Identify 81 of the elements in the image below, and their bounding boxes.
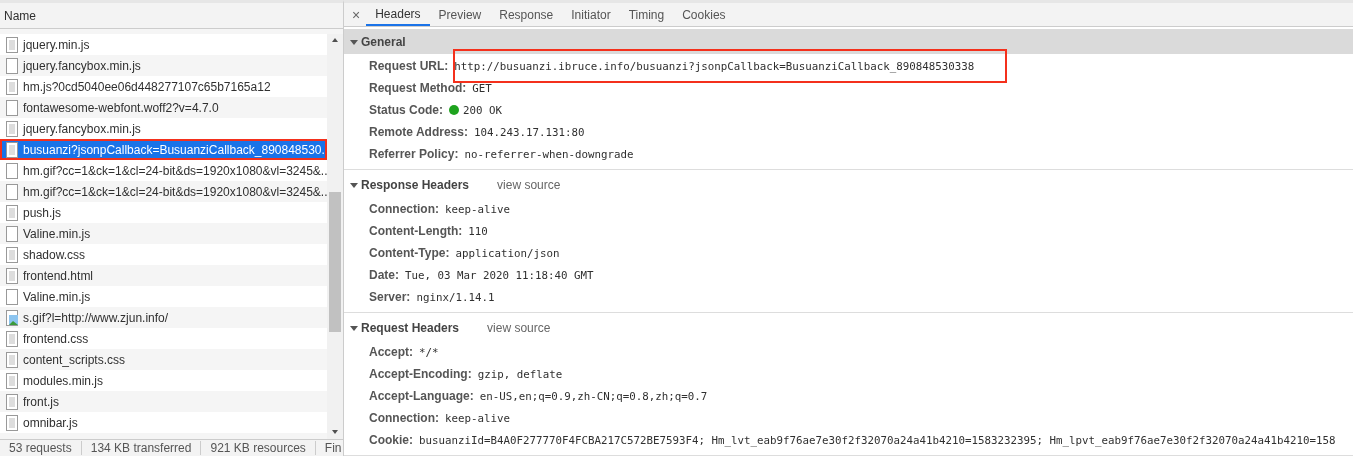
document-icon [6,267,18,284]
triangle-icon[interactable] [350,323,358,332]
panel-tab[interactable]: Cookies [673,3,735,26]
header-name: Status Code: [369,103,443,117]
panel-tab[interactable]: Timing [619,3,674,26]
header-value: busuanziId=B4A0F277770F4FCBA217C572BE7593F4; Hm_lvt_eab9f76ae7e30f2f32070a24a41b4210=1583232395; Hm_lpvt_eab9f76ae7e30f2f32070a24a41b4210=158 [419,433,1336,447]
request-row[interactable]: jquery.min.js [0,34,327,55]
header-value: keep-alive [445,411,510,425]
header-name: Referrer Policy: [369,147,459,161]
document-icon [6,246,18,263]
blank-file-icon [6,288,18,305]
request-row[interactable]: busuanzi?jsonpCallback=BusuanziCallback_890848530. [0,139,327,160]
close-button[interactable]: × [344,3,367,26]
document-icon [6,120,18,137]
document-icon [6,330,18,347]
header-name: Accept: [369,345,413,359]
document-icon [6,204,18,221]
header-name: Date: [369,268,399,282]
image-file-icon [6,309,18,326]
header-name: Accept-Language: [369,389,474,403]
request-row[interactable]: jquery.fancybox.min.js [0,118,327,139]
request-row[interactable]: Valine.min.js [0,286,327,307]
header-name: Cookie: [369,433,413,447]
status-text: 134 KB transferred [81,441,202,455]
header-name: Request URL: [369,59,449,73]
status-text: 53 requests [0,441,82,455]
document-icon [6,393,18,410]
header-name: Connection: [369,411,439,425]
blank-file-icon [6,225,18,242]
request-row[interactable]: modules.min.js [0,370,327,391]
blank-file-icon [6,99,18,116]
document-icon [6,372,18,389]
triangle-icon[interactable] [350,180,358,189]
header-value: http://busuanzi.ibruce.info/busuanzi?jsonpCallback=BusuanziCallback_890848530338 [454,59,975,73]
request-row[interactable]: omnibar.js [0,412,327,433]
document-icon [6,351,18,368]
header-name: Remote Address: [369,125,468,139]
header-value: 110 [468,224,488,238]
blank-file-icon [6,57,18,74]
header-name: Server: [369,290,411,304]
header-value: keep-alive [445,202,510,216]
panel-tab[interactable]: Response [490,3,563,26]
panel-tab[interactable]: Initiator [562,3,620,26]
header-value: en-US,en;q=0.9,zh-CN;q=0.8,zh;q=0.7 [479,389,708,403]
status-text: Fin [315,441,343,455]
header-name: Request Method: [369,81,467,95]
header-value: application/json [455,246,560,260]
triangle-icon[interactable] [350,37,358,46]
header-name: Connection: [369,202,439,216]
header-value: no-referrer-when-downgrade [464,147,634,161]
request-row[interactable]: hm.js?0cd5040ee06d448277107c65b7165a12 [0,76,327,97]
header-value: */* [419,345,439,359]
section-title[interactable]: General [361,34,406,49]
panel-tab[interactable]: Headers [366,3,430,26]
document-icon [6,141,18,158]
request-row[interactable]: shadow.css [0,244,327,265]
request-row[interactable]: hm.gif?cc=1&ck=1&cl=24-bit&ds=1920x1080&vl=3245&.. [0,160,327,181]
blank-file-icon [6,162,18,179]
header-value: gzip, deflate [477,367,563,381]
header-value: GET [472,81,492,95]
section-header-bar[interactable]: General [344,29,1353,54]
header-name: Content-Type: [369,246,450,260]
request-row[interactable]: push.js [0,202,327,223]
header-name: Content-Length: [369,224,463,238]
header-value: nginx/1.14.1 [416,290,495,304]
document-icon [6,36,18,53]
column-header[interactable]: Name [4,8,36,23]
document-icon [6,78,18,95]
view-source-link[interactable]: view source [497,177,561,192]
status-text: 921 KB resources [201,441,316,455]
section-title[interactable]: Response Headers [361,177,470,192]
header-value: 104.243.17.131:80 [473,125,585,139]
section-title[interactable]: Request Headers [361,320,460,335]
blank-file-icon [6,183,18,200]
view-source-link[interactable]: view source [487,320,551,335]
document-icon [6,414,18,431]
header-name: Accept-Encoding: [369,367,472,381]
header-value: 200 OK [463,103,503,117]
panel-tab[interactable]: Preview [429,3,491,26]
request-row[interactable]: frontend.css [0,328,327,349]
header-value: Tue, 03 Mar 2020 11:18:40 GMT [405,268,594,282]
